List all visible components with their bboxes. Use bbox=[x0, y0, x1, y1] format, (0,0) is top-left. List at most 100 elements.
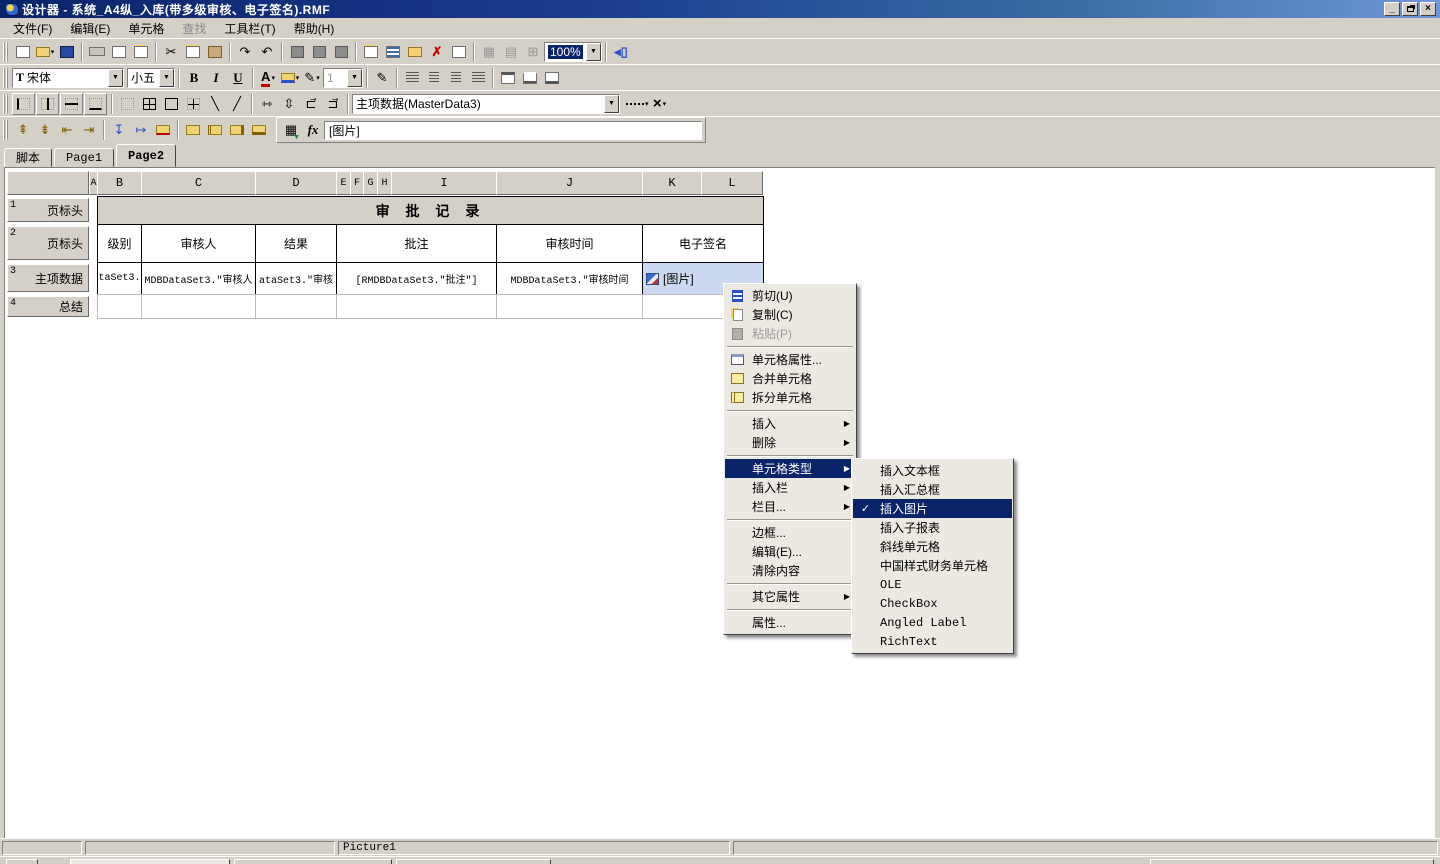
dataset-dropdown-icon[interactable]: ▼ bbox=[604, 95, 619, 113]
exit-button[interactable]: ◂▯ bbox=[610, 41, 632, 63]
row-header-2[interactable]: 2 页标头 bbox=[7, 226, 89, 260]
fill-color-button[interactable]: ▾ bbox=[279, 67, 301, 89]
insert-col-right-button[interactable]: ⇥ bbox=[78, 119, 100, 141]
menu-item-edit[interactable]: 编辑(E)... bbox=[725, 542, 855, 561]
summary-cell[interactable] bbox=[97, 294, 142, 319]
align-left-button[interactable] bbox=[401, 67, 423, 89]
font-name-dropdown-icon[interactable]: ▼ bbox=[108, 69, 123, 87]
merge-down-button[interactable] bbox=[248, 119, 270, 141]
menu-item-copy[interactable]: 复制(C) bbox=[725, 305, 855, 324]
bold-button[interactable]: B bbox=[183, 67, 205, 89]
col-header-H[interactable]: H bbox=[377, 171, 392, 195]
data-cell-reviewer[interactable]: MDBDataSet3."审核人 bbox=[141, 262, 256, 295]
redo-button[interactable]: ↷ bbox=[234, 41, 256, 63]
print-preview-button[interactable] bbox=[108, 41, 130, 63]
data-cell-result[interactable]: ataSet3."审核 bbox=[255, 262, 337, 295]
data-cell-review-time[interactable]: MDBDataSet3."审核时间 bbox=[496, 262, 643, 295]
split-cells-button[interactable] bbox=[204, 119, 226, 141]
delete-col-button[interactable]: ↦ bbox=[130, 119, 152, 141]
taskbar-button[interactable] bbox=[70, 859, 230, 864]
insert-band-button[interactable] bbox=[404, 41, 426, 63]
menu-item-borders[interactable]: 边框... bbox=[725, 523, 855, 542]
align-justify-button[interactable] bbox=[467, 67, 489, 89]
blank-doc-button[interactable] bbox=[448, 41, 470, 63]
fill-color-dropdown-icon[interactable]: ▾ bbox=[296, 74, 300, 82]
data-cell-level[interactable]: taSet3. bbox=[97, 262, 142, 295]
font-name-combo[interactable]: T 宋体 ▼ bbox=[12, 68, 124, 88]
data-cell-comment[interactable]: [RMDBDataSet3."批注"] bbox=[336, 262, 497, 295]
report-designer-canvas[interactable]: A B C D E F G H I J K L 1 页标头 2 页标头 3 主项… bbox=[4, 167, 1435, 838]
menu-item-other-properties[interactable]: 其它属性▶ bbox=[725, 587, 855, 606]
menu-item-clear-content[interactable]: 清除内容 bbox=[725, 561, 855, 580]
align-right-button[interactable] bbox=[445, 67, 467, 89]
header-cell-reviewer[interactable]: 审核人 bbox=[141, 224, 256, 263]
menu-item-split-cells[interactable]: 拆分单元格 bbox=[725, 388, 855, 407]
save-button[interactable] bbox=[56, 41, 78, 63]
tab-page2[interactable]: Page2 bbox=[116, 144, 176, 167]
insert-col-left-button[interactable]: ⇤ bbox=[56, 119, 78, 141]
tab-page1[interactable]: Page1 bbox=[54, 148, 114, 167]
report-title-cell[interactable]: 审 批 记 录 bbox=[97, 196, 764, 225]
delete-report-button[interactable]: ✗ bbox=[426, 41, 448, 63]
row-header-4[interactable]: 4 总结 bbox=[7, 296, 89, 317]
grid-corner-cell[interactable] bbox=[7, 171, 89, 195]
menu-file[interactable]: 文件(F) bbox=[4, 18, 61, 39]
toolbar-grip[interactable] bbox=[3, 94, 9, 114]
cell-picker-button[interactable]: ▦▼ bbox=[280, 119, 302, 141]
submenu-item-richtext[interactable]: RichText bbox=[853, 632, 1012, 651]
menu-item-insert[interactable]: 插入▶ bbox=[725, 414, 855, 433]
border-vcenter-button[interactable] bbox=[36, 93, 59, 115]
start-button-sliver[interactable] bbox=[6, 859, 38, 864]
font-color-button[interactable]: A▾ bbox=[257, 67, 279, 89]
submenu-item-insert-summary[interactable]: 插入汇总框 bbox=[853, 480, 1012, 499]
delete-cell-button[interactable] bbox=[152, 119, 174, 141]
col-header-K[interactable]: K bbox=[642, 171, 702, 195]
equal-width-button[interactable]: ⇿ bbox=[256, 93, 278, 115]
line-width-combo[interactable]: 1 ▼ bbox=[323, 68, 363, 88]
line-style-button[interactable]: ▾ bbox=[626, 93, 649, 115]
menu-item-cell-type[interactable]: 单元格类型▶ bbox=[725, 459, 855, 478]
col-header-L[interactable]: L bbox=[701, 171, 763, 195]
menu-item-properties[interactable]: 属性... bbox=[725, 613, 855, 632]
valign-bottom-button[interactable] bbox=[541, 67, 563, 89]
diagonal-down-button[interactable]: ╲ bbox=[204, 93, 226, 115]
line-width-dropdown-icon[interactable]: ▼ bbox=[347, 69, 362, 87]
summary-cell[interactable] bbox=[496, 294, 643, 319]
dataset-combo[interactable]: 主项数据(MasterData3) ▼ bbox=[352, 94, 620, 114]
page-setup-button[interactable] bbox=[130, 41, 152, 63]
italic-button[interactable]: I bbox=[205, 67, 227, 89]
submenu-item-diagonal-cell[interactable]: 斜线单元格 bbox=[853, 537, 1012, 556]
valign-top-button[interactable] bbox=[497, 67, 519, 89]
insert-row-below-button[interactable]: ⇟ bbox=[34, 119, 56, 141]
border-outer-button[interactable] bbox=[160, 93, 182, 115]
tab-script[interactable]: 脚本 bbox=[4, 148, 52, 167]
font-color-dropdown-icon[interactable]: ▾ bbox=[271, 74, 275, 82]
insert-table-button[interactable] bbox=[382, 41, 404, 63]
formula-button[interactable]: fx bbox=[302, 119, 324, 141]
col-header-D[interactable]: D bbox=[255, 171, 337, 195]
taskbar-button[interactable] bbox=[396, 859, 551, 864]
submenu-item-ole[interactable]: OLE bbox=[853, 575, 1012, 594]
menu-edit[interactable]: 编辑(E) bbox=[61, 18, 119, 39]
cut-button[interactable]: ✂ bbox=[160, 41, 182, 63]
grow-height-button[interactable]: ⊐⃗ bbox=[322, 93, 344, 115]
col-header-B[interactable]: B bbox=[97, 171, 142, 195]
print-button[interactable] bbox=[86, 41, 108, 63]
valign-middle-button[interactable] bbox=[519, 67, 541, 89]
insert-report-button[interactable] bbox=[360, 41, 382, 63]
row-header-3[interactable]: 3 主项数据 bbox=[7, 264, 89, 292]
menu-item-merge-cells[interactable]: 合并单元格 bbox=[725, 369, 855, 388]
col-header-F[interactable]: F bbox=[350, 171, 364, 195]
restore-button[interactable] bbox=[1402, 2, 1418, 16]
toolbar-grip[interactable] bbox=[3, 42, 9, 62]
submenu-item-insert-subreport[interactable]: 插入子报表 bbox=[853, 518, 1012, 537]
font-size-dropdown-icon[interactable]: ▼ bbox=[159, 69, 174, 87]
zoom-combo[interactable]: 100% ▼ bbox=[544, 42, 602, 62]
diagonal-up-button[interactable]: ╱ bbox=[226, 93, 248, 115]
close-button[interactable]: × bbox=[1420, 2, 1436, 16]
summary-cell[interactable] bbox=[336, 294, 497, 319]
menu-toolbars[interactable]: 工具栏(T) bbox=[215, 18, 284, 39]
align-center-button[interactable] bbox=[423, 67, 445, 89]
submenu-item-checkbox[interactable]: CheckBox bbox=[853, 594, 1012, 613]
menu-item-columns[interactable]: 栏目...▶ bbox=[725, 497, 855, 516]
